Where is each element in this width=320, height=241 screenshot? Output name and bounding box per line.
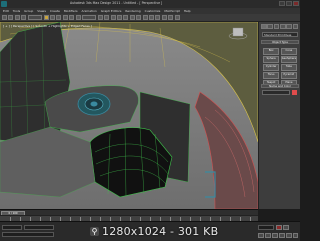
object-type-rollout[interactable]: Object Type (261, 40, 299, 44)
rotate-icon[interactable] (69, 15, 75, 20)
prompt-line (2, 232, 54, 237)
sphere-button[interactable]: Sphere (263, 56, 280, 63)
undo-icon[interactable] (2, 15, 7, 20)
utilities-tab[interactable] (292, 24, 299, 29)
pivot-icon[interactable] (97, 15, 103, 20)
percent-snap-icon[interactable] (117, 15, 123, 20)
curve-editor-icon[interactable] (142, 15, 148, 20)
snap-icon[interactable] (104, 15, 110, 20)
maxscript-listener-field[interactable] (2, 225, 22, 230)
command-panel: Standard Primitives Object Type Box Cone… (258, 22, 300, 209)
material-editor-icon[interactable] (155, 15, 161, 20)
render-setup-icon[interactable] (161, 15, 167, 20)
render-frame-icon[interactable] (168, 15, 174, 20)
schematic-view-icon[interactable] (149, 15, 155, 20)
scale-icon[interactable] (75, 15, 81, 20)
minimize-button[interactable] (279, 1, 285, 6)
motion-tab[interactable] (279, 24, 286, 29)
select-region-icon[interactable] (56, 15, 62, 20)
orbit-icon[interactable] (293, 233, 298, 238)
watermark-text: 1280x1024 - 301 KB (102, 224, 219, 238)
layer-manager-icon[interactable] (136, 15, 142, 20)
unlink-icon[interactable] (21, 15, 27, 20)
image-watermark: ⚲ 1280x1024 - 301 KB (90, 224, 290, 238)
viewport-label[interactable]: [ + ] [ Perspective ] [ Smooth + Highlig… (3, 24, 92, 28)
command-panel-tabs (261, 24, 299, 29)
create-tab[interactable] (261, 24, 267, 29)
torus-button[interactable]: Torus (263, 72, 280, 79)
move-icon[interactable] (62, 15, 68, 20)
select-by-name-icon[interactable] (49, 15, 55, 20)
primitive-buttons: Box Cone Sphere GeoSphere Cylinder Tube … (263, 48, 297, 87)
modify-tab[interactable] (267, 24, 274, 29)
selection-status-field (24, 225, 54, 230)
perspective-viewport[interactable]: [ + ] [ Perspective ] [ Smooth + Highlig… (0, 22, 258, 209)
reference-coordinate-dropdown[interactable] (81, 15, 96, 20)
tube-button[interactable]: Tube (280, 64, 297, 71)
viewport-scene (0, 22, 258, 209)
search-icon: ⚲ (90, 226, 99, 236)
render-production-icon[interactable] (174, 15, 180, 20)
cone-button[interactable]: Cone (280, 48, 297, 55)
close-button[interactable] (293, 1, 299, 6)
link-icon[interactable] (14, 15, 20, 20)
category-dropdown[interactable]: Standard Primitives (262, 32, 298, 37)
cylinder-button[interactable]: Cylinder (263, 64, 280, 71)
mirror-icon[interactable] (123, 15, 129, 20)
window-title: Autodesk 3ds Max Design 2011 - Untitled … (70, 1, 163, 5)
display-tab[interactable] (286, 24, 293, 29)
align-icon[interactable] (129, 15, 135, 20)
object-color-swatch[interactable] (292, 90, 297, 95)
box-button[interactable]: Box (263, 48, 280, 55)
name-and-color-rollout[interactable]: Name and Color (261, 84, 299, 88)
pyramid-button[interactable]: Pyramid (280, 72, 297, 79)
app-logo-icon[interactable] (1, 1, 7, 7)
selection-filter-dropdown[interactable] (27, 15, 42, 20)
angle-snap-icon[interactable] (110, 15, 116, 20)
main-toolbar (0, 14, 300, 22)
select-object-icon[interactable] (43, 15, 49, 20)
geosphere-button[interactable]: GeoSphere (280, 56, 297, 63)
object-name-field[interactable] (262, 90, 290, 95)
redo-icon[interactable] (8, 15, 14, 20)
maximize-button[interactable] (286, 1, 292, 6)
hierarchy-tab[interactable] (273, 24, 280, 29)
